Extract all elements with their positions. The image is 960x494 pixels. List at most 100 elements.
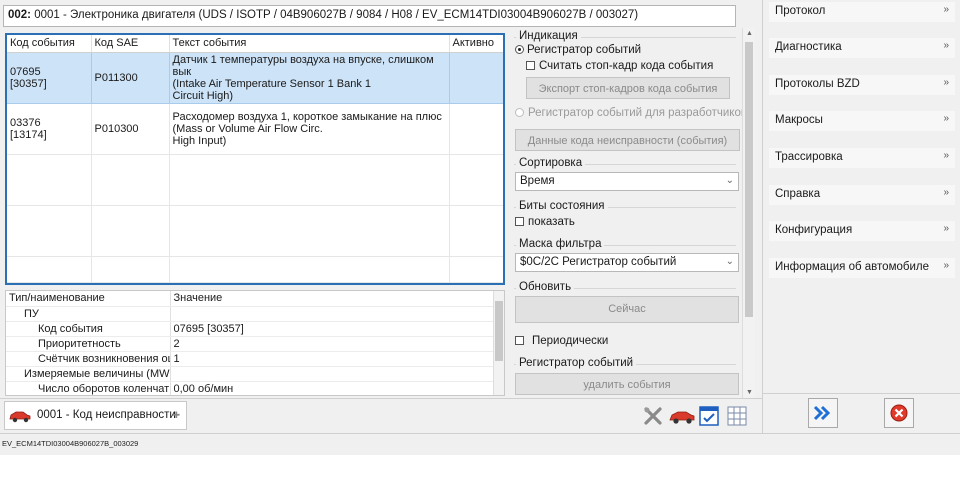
indication-group: Индикация — [514, 30, 736, 42]
status-bar: EV_ECM14TDI03004B906027B_003029 — [0, 433, 960, 453]
side-item-label: Протоколы BZD — [775, 78, 860, 90]
tab-label: 0001 - Код неисправности — [37, 409, 176, 421]
filter-mask-value: $0C/2C Регистратор событий — [520, 256, 677, 268]
empty-row — [7, 205, 503, 257]
checkbox-icon — [515, 217, 524, 226]
details-value: 2 — [170, 336, 494, 352]
read-freeze-frame-checkbox[interactable]: Считать стоп-кадр кода события — [526, 60, 713, 72]
close-tab-icon[interactable]: ✚ — [172, 410, 180, 421]
chevron-down-icon: » — [943, 150, 949, 161]
event-details-table: Тип/наименование Значение ПУ Код события… — [5, 290, 505, 396]
scroll-up-icon[interactable]: ▲ — [746, 30, 753, 37]
control-unit-title: 002: 0001 - Электроника двигателя (UDS /… — [3, 5, 736, 27]
event-code-cell: 07695 [30357] — [7, 52, 92, 104]
empty-row — [7, 154, 503, 206]
details-key: ПУ — [6, 306, 171, 322]
sort-group: Сортировка — [514, 157, 736, 169]
periodic-checkbox[interactable]: Периодически — [515, 335, 608, 347]
col-header-event-code[interactable]: Код события — [7, 35, 92, 53]
details-key: Счётчик возникновения ош — [6, 351, 171, 367]
event-options-panel: Индикация Регистратор событий Считать ст… — [510, 28, 747, 398]
side-item-help[interactable]: Справка » — [769, 185, 955, 205]
side-item-configuration[interactable]: Конфигурация » — [769, 221, 955, 241]
cancel-button[interactable] — [884, 398, 914, 428]
details-row[interactable]: Код события 07695 [30357] — [6, 321, 494, 337]
sae-code-cell: P010300 — [91, 103, 170, 155]
side-item-macros[interactable]: Макросы » — [769, 111, 955, 131]
side-navigation: Протокол » Диагностика » Протоколы BZD » Ма… — [762, 0, 960, 433]
scroll-thumb[interactable] — [495, 301, 503, 361]
title-text: 0001 - Электроника двигателя (UDS / ISOT… — [31, 9, 639, 21]
side-item-label: Протокол — [775, 5, 826, 17]
read-freeze-frame-label: Считать стоп-кадр кода события — [539, 60, 714, 72]
checklist-icon — [699, 406, 719, 426]
details-row[interactable]: ПУ — [6, 306, 494, 322]
details-row[interactable]: Приоритетность 2 — [6, 336, 494, 352]
col-header-sae-code[interactable]: Код SAE — [91, 35, 170, 53]
title-prefix: 002: — [8, 9, 32, 21]
scroll-down-icon[interactable]: ▼ — [746, 389, 753, 396]
side-item-vehicle-info[interactable]: Информация об автомобиле » — [769, 258, 955, 278]
recorder-group: Регистратор событий — [514, 357, 736, 369]
details-key: Код события — [6, 321, 171, 337]
empty-row — [7, 256, 503, 283]
details-key: Приоритетность — [6, 336, 171, 352]
chevron-down-icon: ⌄ — [725, 175, 734, 186]
event-text-cell: Расходомер воздуха 1, короткое замыкание… — [169, 103, 450, 155]
dev-event-recorder-radio[interactable]: Регистратор событий для разработчиков — [515, 107, 747, 119]
show-status-bits-checkbox[interactable]: показать — [515, 216, 575, 228]
forward-button[interactable] — [808, 398, 838, 428]
event-code-cell: 03376 [13174] — [7, 103, 92, 155]
fault-code-data-button[interactable]: Данные кода неисправности (события) — [515, 129, 740, 151]
sort-label: Сортировка — [516, 157, 586, 169]
sort-select[interactable]: Время ⌄ — [515, 172, 739, 191]
filter-mask-label: Маска фильтра — [516, 238, 605, 250]
details-value — [170, 366, 494, 382]
car-icon — [9, 411, 31, 423]
status-text: EV_ECM14TDI03004B906027B_003029 — [2, 439, 139, 448]
col-header-event-text[interactable]: Текст события — [169, 35, 450, 53]
details-value: 07695 [30357] — [170, 321, 494, 337]
delete-events-button[interactable]: удалить события — [515, 373, 739, 395]
refresh-group: Обновить — [514, 281, 736, 293]
radio-icon — [515, 45, 524, 54]
side-item-diagnostics[interactable]: Диагностика » — [769, 38, 955, 58]
tab-bar: 0001 - Код неисправности ✚ — [0, 398, 762, 433]
refresh-now-button[interactable]: Сейчас — [515, 296, 739, 323]
dev-event-recorder-label: Регистратор событий для разработчиков — [528, 107, 747, 119]
details-scrollbar[interactable] — [493, 291, 504, 395]
col-header-active[interactable]: Активно — [449, 35, 503, 53]
details-header-value: Значение — [170, 291, 494, 307]
chevron-down-icon: » — [943, 113, 949, 124]
table-row[interactable]: 03376 [13174] P010300 Расходомер воздуха… — [7, 103, 503, 155]
scroll-thumb[interactable] — [745, 42, 753, 317]
filter-mask-select[interactable]: $0C/2C Регистратор событий ⌄ — [515, 253, 739, 272]
chevron-down-icon: » — [943, 4, 949, 15]
table-row[interactable]: 07695 [30357] P011300 Датчик 1 температу… — [7, 52, 503, 104]
details-key: Число оборотов коленчат — [6, 381, 171, 395]
tab-fault-code[interactable]: 0001 - Код неисправности ✚ — [4, 401, 187, 430]
side-item-protocol[interactable]: Протокол » — [769, 2, 955, 22]
options-scrollbar[interactable]: ▲ ▼ — [742, 28, 755, 398]
chevron-down-icon: » — [943, 187, 949, 198]
events-table: Код события Код SAE Текст события Активн… — [5, 33, 505, 285]
side-item-bzd-protocols[interactable]: Протоколы BZD » — [769, 75, 955, 95]
details-row[interactable]: Счётчик возникновения ош 1 — [6, 351, 494, 367]
event-recorder-radio[interactable]: Регистратор событий — [515, 44, 641, 56]
details-value: 1 — [170, 351, 494, 367]
chevron-down-icon: » — [943, 260, 949, 271]
side-item-label: Макросы — [775, 114, 823, 126]
active-cell — [449, 103, 503, 155]
app-window: 002: 0001 - Электроника двигателя (UDS /… — [0, 0, 960, 455]
details-row[interactable]: Число оборотов коленчат 0,00 об/мин — [6, 381, 494, 395]
details-value: 0,00 об/мин — [170, 381, 494, 395]
active-cell — [449, 52, 503, 104]
checkbox-icon — [515, 336, 524, 345]
details-row[interactable]: Измеряемые величины (MW — [6, 366, 494, 382]
side-item-label: Диагностика — [775, 41, 842, 53]
vehicle-icon — [669, 411, 695, 424]
side-item-tracing[interactable]: Трассировка » — [769, 148, 955, 168]
status-bits-label: Биты состояния — [516, 200, 608, 212]
details-header-row: Тип/наименование Значение — [6, 291, 494, 307]
export-freeze-frames-button[interactable]: Экспорт стоп-кадров кода события — [526, 77, 730, 99]
